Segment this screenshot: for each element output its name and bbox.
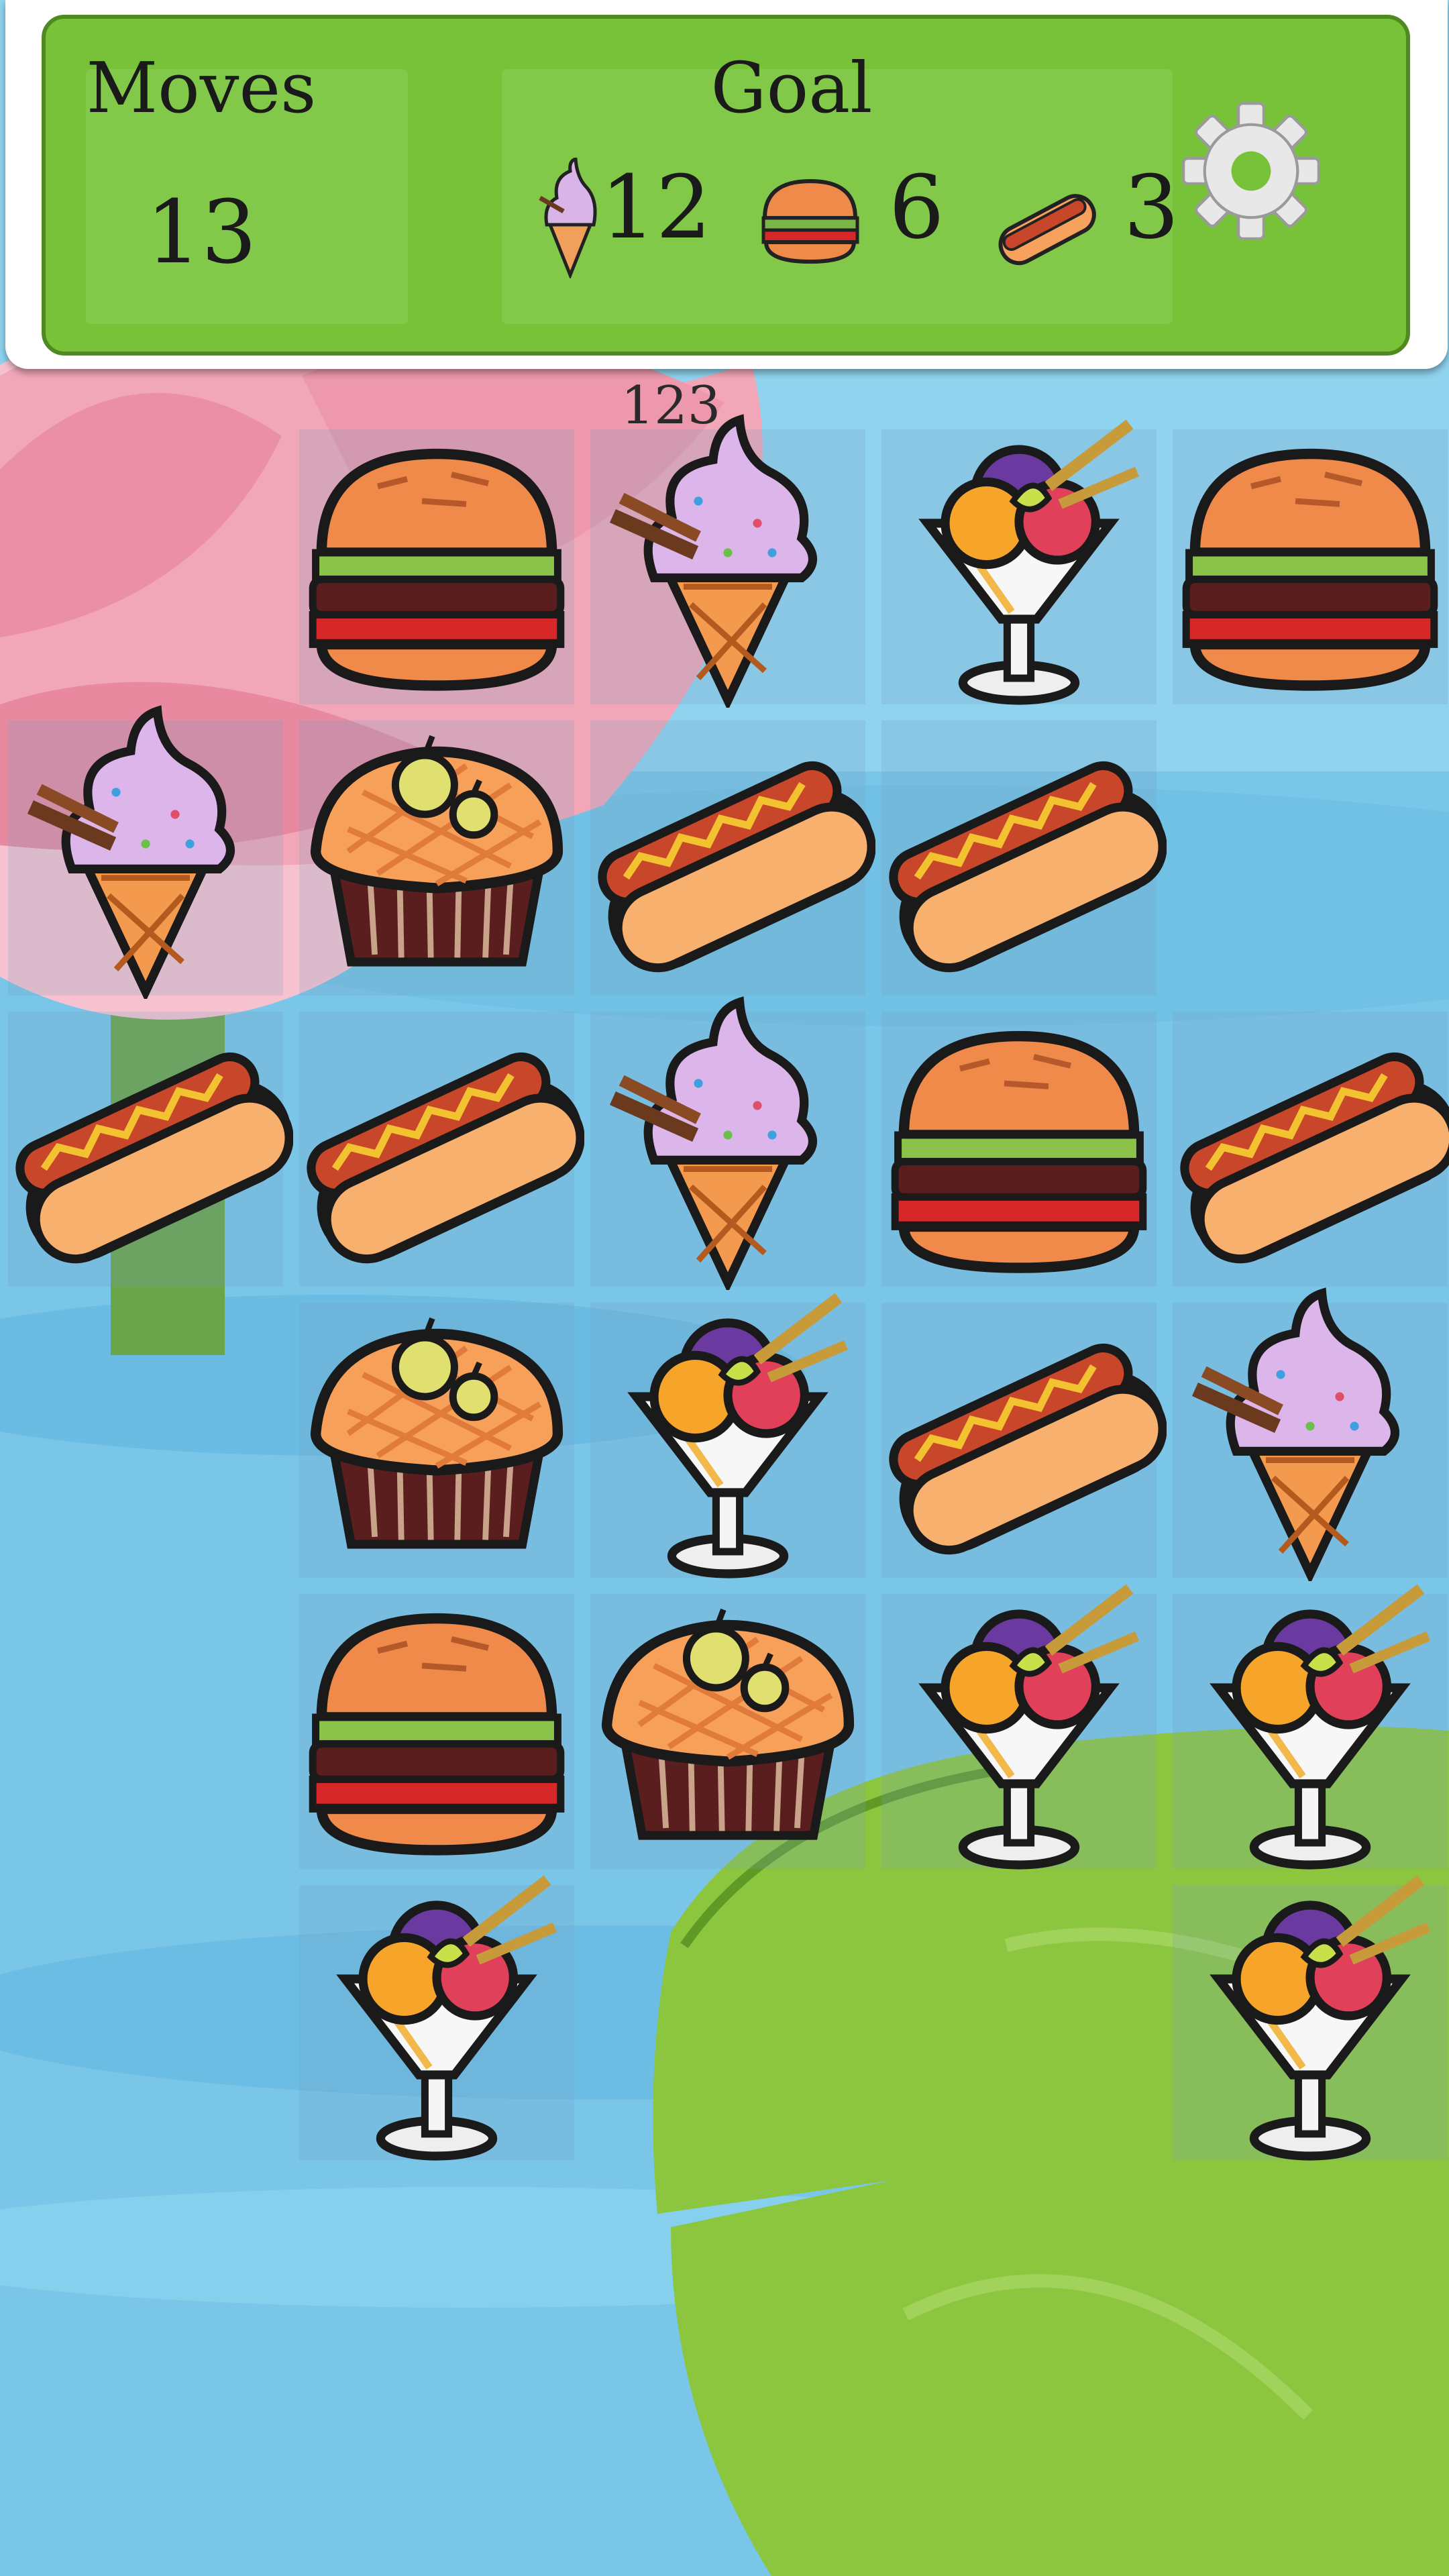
burger-tile[interactable] [289,1577,584,1872]
apple-pie-icon [601,1608,855,1840]
hot-dog-icon [307,1052,585,1264]
hot-dog-tile[interactable] [0,995,294,1290]
sundae-tile[interactable] [1163,1577,1449,1872]
sundae-icon [918,1584,1140,1870]
ice-cream-cone-tile[interactable] [0,704,293,1002]
sundae-icon [336,1875,557,2161]
burger-tile[interactable] [289,413,584,708]
apple-pie-tile[interactable] [289,1286,584,1581]
apple-pie-tile[interactable] [289,704,584,999]
sundae-tile[interactable] [580,1286,875,1581]
apple-pie-tile[interactable] [580,1577,875,1872]
ice-cream-cone-tile[interactable] [580,995,875,1293]
ice-cream-cone-icon [27,705,235,1002]
hot-dog-tile[interactable] [871,704,1167,999]
hot-dog-icon [889,1343,1167,1555]
hot-dog-tile[interactable] [289,995,585,1290]
sundae-tile[interactable] [871,413,1167,708]
ice-cream-cone-tile[interactable] [1163,1286,1449,1585]
sundae-icon [627,1293,849,1578]
sundae-tile[interactable] [871,1577,1167,1872]
ice-cream-cone-icon [1191,1287,1399,1585]
hot-dog-icon [598,761,876,973]
burger-icon [1182,448,1438,691]
burger-tile[interactable] [871,995,1167,1290]
hot-dog-tile[interactable] [1163,995,1449,1290]
burger-icon [891,1030,1147,1273]
apple-pie-icon [310,735,564,967]
ice-cream-cone-icon [609,996,817,1293]
floating-score: 123 [621,376,721,436]
hot-dog-icon [889,761,1167,973]
sundae-icon [918,419,1140,705]
sundae-icon [1210,1875,1431,2161]
hot-dog-tile[interactable] [871,1286,1167,1581]
hot-dog-icon [15,1052,294,1264]
sundae-tile[interactable] [1163,1868,1449,2163]
burger-icon [309,1613,565,1856]
ice-cream-cone-tile[interactable] [580,413,875,711]
hot-dog-icon [1180,1052,1449,1264]
burger-tile[interactable] [1163,413,1449,708]
burger-icon [309,448,565,691]
hot-dog-tile[interactable] [580,704,876,999]
sundae-icon [1210,1584,1431,1870]
sundae-tile[interactable] [289,1868,584,2163]
apple-pie-icon [310,1317,564,1549]
ice-cream-cone-icon [609,414,817,711]
